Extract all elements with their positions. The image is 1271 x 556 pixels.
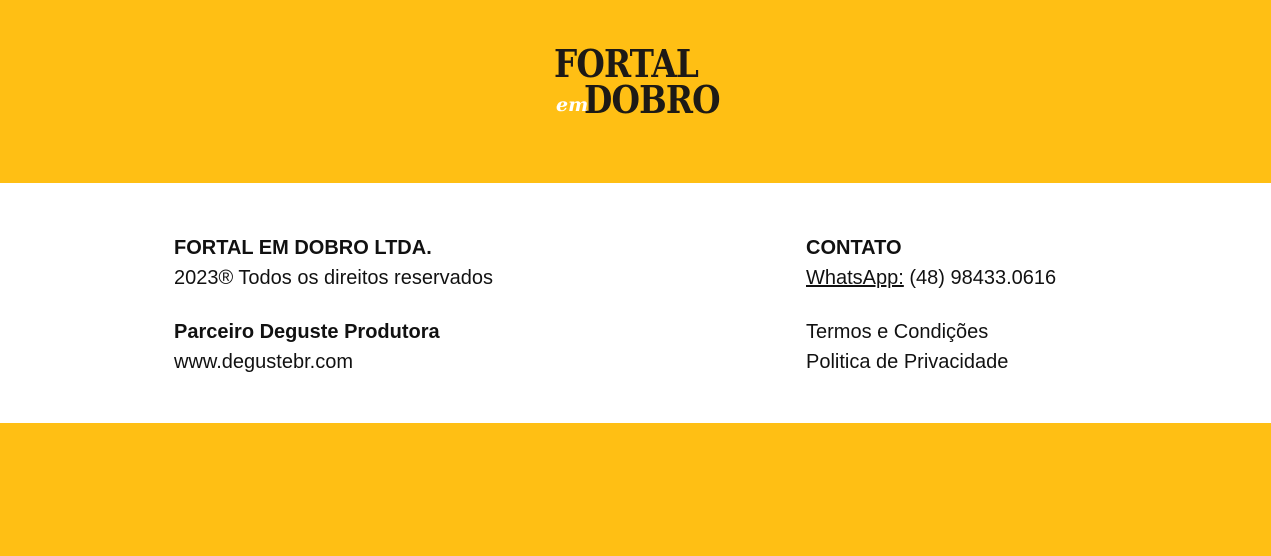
whatsapp-link[interactable]: WhatsApp: bbox=[806, 267, 904, 289]
bottom-band bbox=[0, 423, 1271, 556]
partner-website-link[interactable]: www.degustebr.com bbox=[174, 351, 353, 373]
partner-title: Parceiro Deguste Produtora bbox=[174, 321, 440, 343]
terms-link[interactable]: Termos e Condições bbox=[806, 321, 988, 343]
logo-word-dobro: DOBRO bbox=[584, 77, 721, 122]
copyright-text: 2023® Todos os direitos reservados bbox=[174, 267, 493, 289]
footer-info: FORTAL EM DOBRO LTDA. 2023® Todos os dir… bbox=[0, 183, 1271, 423]
header-band: FORTAL em DOBRO bbox=[0, 0, 1271, 183]
fortal-em-dobro-logo[interactable]: FORTAL em DOBRO bbox=[554, 44, 721, 128]
footer-contact-column: CONTATO WhatsApp: (48) 98433.0616 Termos… bbox=[806, 233, 1206, 377]
whatsapp-row: WhatsApp: (48) 98433.0616 bbox=[806, 263, 1206, 293]
company-name: FORTAL EM DOBRO LTDA. bbox=[174, 237, 432, 259]
contact-title: CONTATO bbox=[806, 237, 902, 259]
whatsapp-number: (48) 98433.0616 bbox=[903, 267, 1057, 289]
privacy-policy-link[interactable]: Politica de Privacidade bbox=[806, 351, 1008, 373]
footer-company-column: FORTAL EM DOBRO LTDA. 2023® Todos os dir… bbox=[174, 233, 674, 377]
